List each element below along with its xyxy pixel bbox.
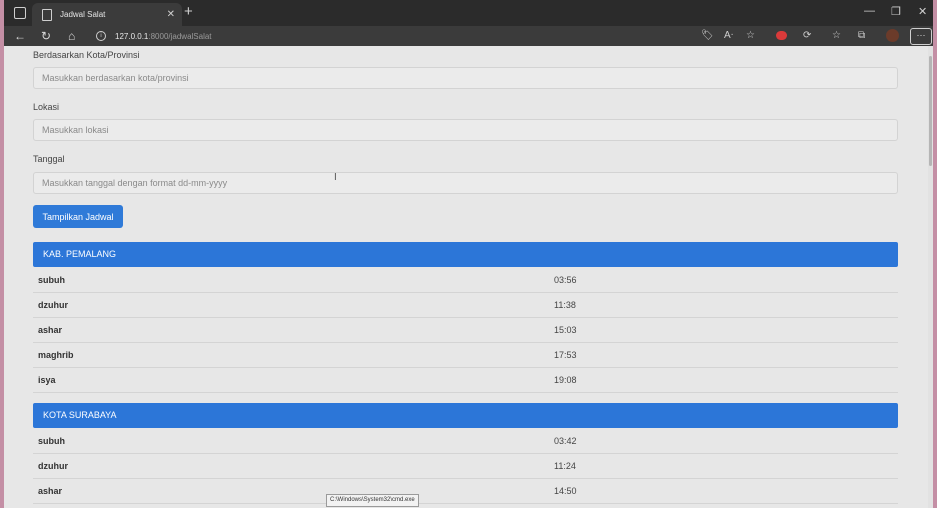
prayer-name: maghrib [38, 350, 74, 360]
favorites-icon[interactable]: ☆ [832, 29, 841, 43]
scrollbar-thumb[interactable] [929, 56, 932, 166]
prayer-time: 17:53 [554, 350, 577, 360]
table-row: isya 19:08 [33, 368, 898, 393]
taskbar-tooltip: C:\Windows\System32\cmd.exe [326, 494, 419, 507]
profile-avatar[interactable] [886, 29, 899, 42]
prayer-name: subuh [38, 275, 65, 285]
browser-toolbar: ← ↻ ⌂ i 127.0.0.1:8000/jadwalSalat 🏷 Aᐧ … [4, 26, 933, 46]
text-cursor-icon: I [334, 172, 337, 183]
prayer-time: 11:38 [554, 300, 576, 310]
city-header: KOTA SURABAYA [33, 403, 898, 428]
url-host: 127.0.0.1 [115, 31, 149, 41]
tag-icon[interactable]: 🏷 [701, 29, 714, 43]
city-header: KAB. PEMALANG [33, 242, 898, 267]
city-input[interactable] [33, 67, 898, 89]
page-scrollbar[interactable] [928, 46, 933, 508]
tab-actions-icon[interactable] [14, 7, 26, 19]
prayer-time: 03:42 [554, 436, 577, 446]
browser-tab[interactable]: Jadwal Salat ✕ [32, 3, 182, 26]
extension-icon[interactable] [776, 31, 787, 40]
address-bar[interactable]: i 127.0.0.1:8000/jadwalSalat [96, 28, 656, 44]
prayer-name: dzuhur [38, 300, 68, 310]
read-aloud-icon[interactable]: Aᐧ [724, 29, 733, 43]
table-row: ashar 15:03 [33, 318, 898, 343]
prayer-name: subuh [38, 436, 65, 446]
table-row: subuh 03:42 [33, 429, 898, 454]
prayer-name: ashar [38, 325, 63, 335]
more-menu-icon[interactable]: ··· [910, 28, 932, 45]
prayer-time: 03:56 [554, 275, 577, 285]
close-window-icon[interactable]: ✕ [918, 5, 927, 18]
tab-title: Jadwal Salat [60, 10, 106, 19]
prayer-name: dzuhur [38, 461, 68, 471]
minimize-icon[interactable]: — [864, 5, 875, 17]
table-row: maghrib 17:53 [33, 343, 898, 368]
table-row: ashar 14:50 [33, 479, 898, 504]
prayer-time: 14:50 [554, 486, 577, 496]
prayer-time: 19:08 [554, 375, 577, 385]
window-frame-right [933, 0, 937, 508]
back-icon[interactable]: ← [14, 28, 26, 44]
prayer-name: ashar [38, 486, 63, 496]
table-row: dzuhur 11:38 [33, 293, 898, 318]
browser-titlebar: Jadwal Salat ✕ + — ❐ ✕ [4, 0, 933, 26]
location-label: Lokasi [33, 102, 60, 112]
tab-close-icon[interactable]: ✕ [167, 9, 175, 20]
url-path: :8000/jadwalSalat [148, 31, 212, 41]
date-label: Tanggal [33, 154, 65, 164]
page-icon [42, 8, 52, 21]
table-row: dzuhur 11:24 [33, 454, 898, 479]
favorite-add-icon[interactable]: ☆ [746, 29, 755, 43]
prayer-time: 15:03 [554, 325, 577, 335]
info-icon[interactable]: i [96, 31, 106, 41]
page-content: Berdasarkan Kota/Provinsi Lokasi Tanggal… [4, 46, 928, 508]
collections-icon[interactable]: ⧉ [858, 29, 865, 43]
date-input[interactable] [33, 172, 898, 194]
extensions-icon[interactable]: ⟳ [803, 29, 811, 43]
location-input[interactable] [33, 119, 898, 141]
show-schedule-button[interactable]: Tampilkan Jadwal [33, 205, 123, 228]
restore-icon[interactable]: ❐ [891, 5, 901, 18]
prayer-time: 11:24 [554, 461, 576, 471]
table-row: subuh 03:56 [33, 268, 898, 293]
refresh-icon[interactable]: ↻ [41, 28, 51, 44]
prayer-name: isya [38, 375, 56, 385]
home-icon[interactable]: ⌂ [68, 28, 75, 44]
new-tab-icon[interactable]: + [184, 4, 193, 20]
city-label: Berdasarkan Kota/Provinsi [33, 50, 140, 60]
